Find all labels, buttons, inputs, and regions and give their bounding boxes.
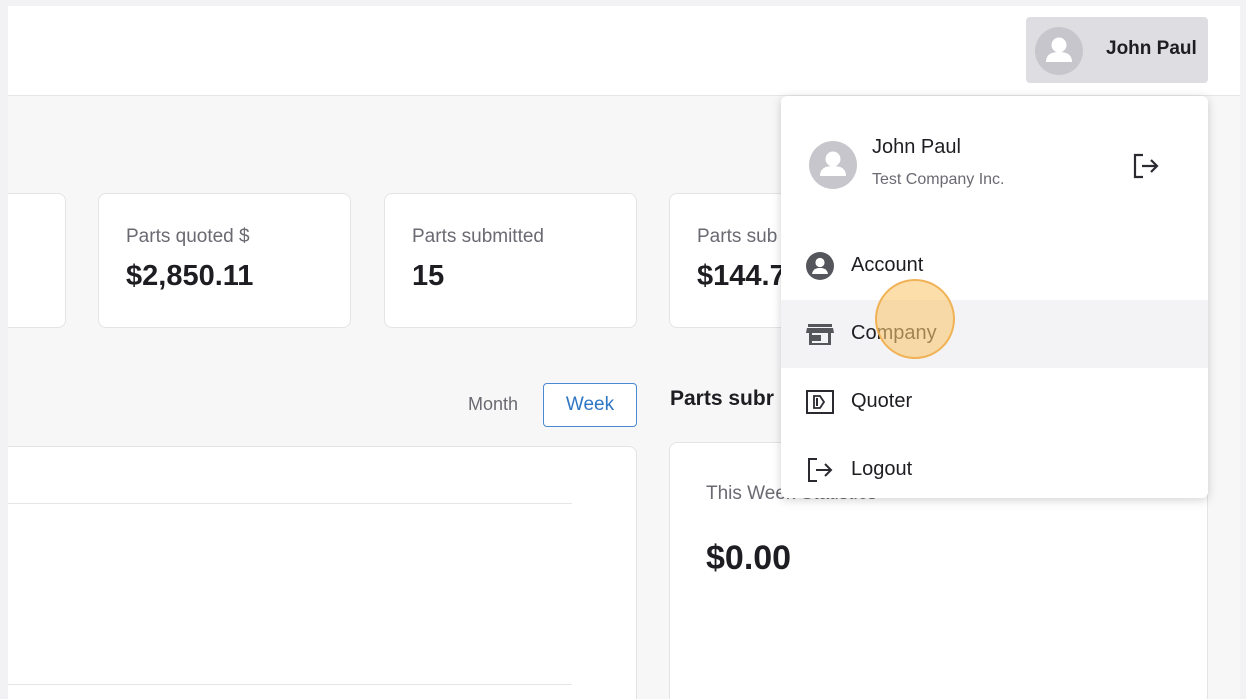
menu-item-logout[interactable]: Logout xyxy=(781,436,1208,504)
period-month-button[interactable]: Month xyxy=(468,394,518,415)
dropdown-avatar xyxy=(809,141,857,189)
stat-card-parts-quoted: Parts quoted $ $2,850.11 xyxy=(98,193,351,328)
store-icon xyxy=(806,324,834,345)
user-menu-name: John Paul xyxy=(1106,38,1197,59)
logout-icon xyxy=(808,458,833,482)
dropdown-avatar-icon xyxy=(820,151,846,176)
stat-card-hidden xyxy=(8,193,66,328)
top-bar: John Paul xyxy=(8,6,1240,96)
menu-item-label: Quoter xyxy=(851,390,913,412)
menu-item-quoter[interactable]: Quoter xyxy=(781,368,1208,436)
user-dropdown-menu: John Paul Test Company Inc. Account Quot… xyxy=(781,96,1208,498)
stat-value: $144.7 xyxy=(697,260,786,292)
account-circle-icon xyxy=(806,252,834,280)
chart-gridline xyxy=(8,684,572,685)
click-indicator xyxy=(875,279,955,359)
dropdown-company-name: Test Company Inc. xyxy=(872,171,1005,188)
chart-panel xyxy=(8,446,637,699)
menu-item-account[interactable]: Account xyxy=(781,232,1208,300)
stat-value: $2,850.11 xyxy=(126,260,254,292)
user-menu-button[interactable]: John Paul xyxy=(1026,17,1208,83)
user-avatar xyxy=(1035,27,1083,75)
chart-gridline xyxy=(8,503,572,504)
menu-item-label: Logout xyxy=(851,458,913,480)
weekly-stats-value: $0.00 xyxy=(706,539,792,577)
stat-value: 15 xyxy=(412,260,445,292)
stat-card-parts-submitted: Parts submitted 15 xyxy=(384,193,637,328)
sign-out-icon[interactable] xyxy=(1128,148,1164,184)
app-window: John Paul Parts quoted $ $2,850.11 Parts… xyxy=(8,6,1240,699)
parts-submitted-section-title: Parts subr xyxy=(670,387,774,410)
menu-item-company[interactable]: Company xyxy=(781,300,1208,368)
user-avatar-icon xyxy=(1046,37,1072,62)
quoter-icon xyxy=(806,390,834,414)
period-week-button[interactable]: Week xyxy=(543,383,637,427)
dropdown-user-name: John Paul xyxy=(872,136,961,158)
stat-label: Parts sub xyxy=(697,226,778,247)
stat-label: Parts quoted $ xyxy=(126,226,250,247)
menu-item-label: Account xyxy=(851,254,924,276)
stat-label: Parts submitted xyxy=(412,226,544,247)
